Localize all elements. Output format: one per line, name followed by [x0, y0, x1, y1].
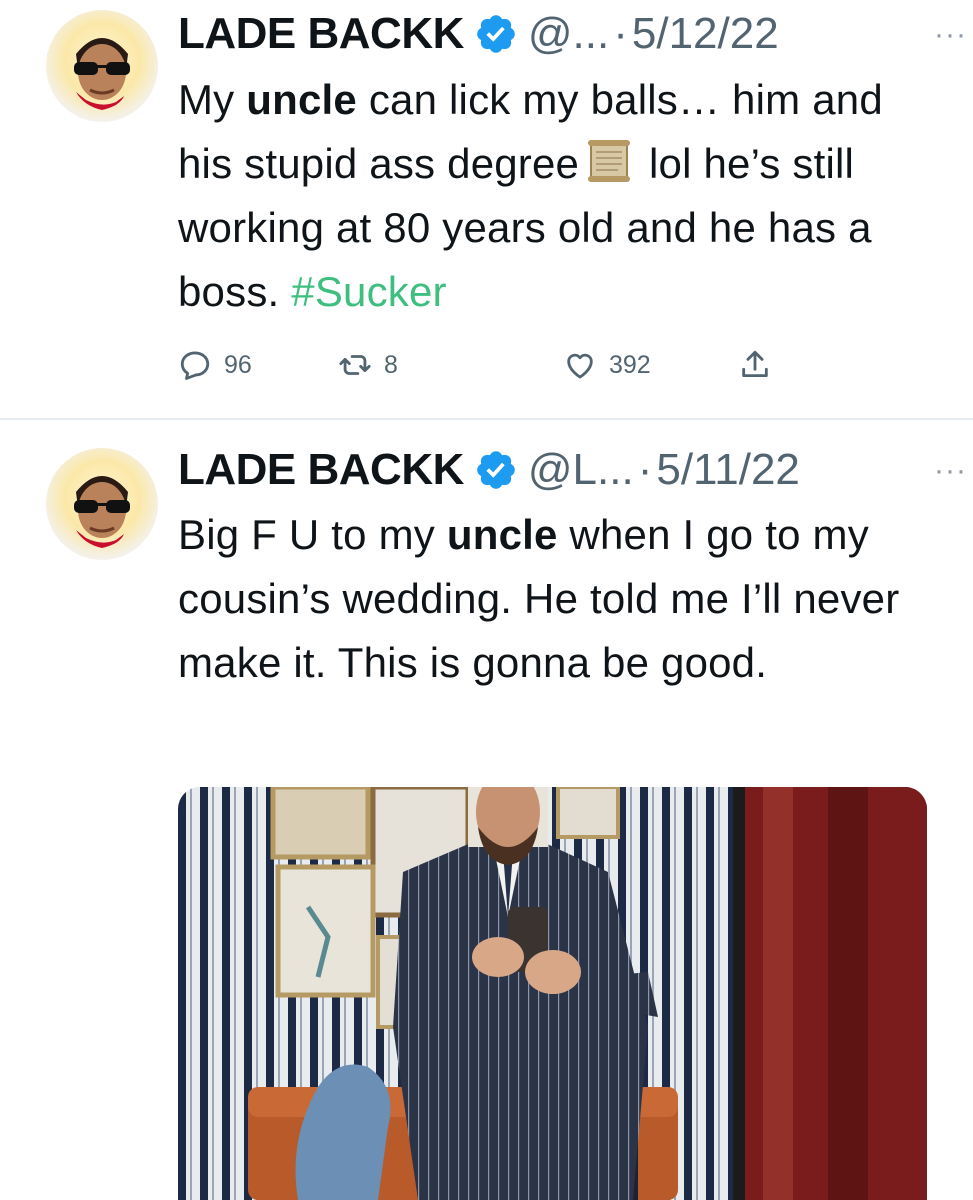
- tweet-header: LADE BACKK @... · 5/12/22: [178, 3, 933, 65]
- retweet-button[interactable]: 8: [338, 348, 398, 382]
- retweet-count: 8: [384, 350, 398, 379]
- like-button[interactable]: 392: [563, 348, 651, 382]
- more-icon[interactable]: ···: [934, 20, 967, 50]
- tweet-text: My uncle can lick my balls… him and his …: [178, 68, 938, 324]
- tweet-text-segment: My: [178, 76, 247, 123]
- tweet-photo[interactable]: [178, 787, 927, 1200]
- like-count: 392: [609, 350, 651, 379]
- tweet-feed: LADE BACKK @... · 5/12/22 ··· My uncle c…: [0, 0, 973, 1200]
- reply-icon: [180, 351, 210, 380]
- fitting-room-photo: [178, 787, 927, 1200]
- author-avatar[interactable]: [46, 448, 158, 560]
- tweet-actions: 96 8 392: [178, 348, 798, 388]
- tweet-date[interactable]: 5/11/22: [656, 445, 800, 495]
- reply-button[interactable]: 96: [178, 348, 252, 382]
- author-name[interactable]: LADE BACKK: [178, 9, 464, 59]
- tweet-text-segment: Big F U to my: [178, 511, 447, 558]
- more-icon[interactable]: ···: [934, 456, 967, 486]
- share-button[interactable]: [738, 348, 772, 382]
- separator-dot: ·: [637, 445, 653, 494]
- retweet-icon: [339, 355, 371, 375]
- share-icon: [742, 350, 768, 378]
- tweet-text: Big F U to my uncle when I go to my cous…: [178, 503, 938, 695]
- tweet-text-highlight: uncle: [246, 76, 357, 123]
- tweet-text-highlight: uncle: [446, 511, 558, 558]
- author-handle[interactable]: @...: [528, 9, 609, 59]
- scroll-icon: [588, 140, 631, 182]
- verified-badge-icon: [477, 15, 515, 53]
- hashtag-link[interactable]: #Sucker: [291, 268, 446, 315]
- author-name[interactable]: LADE BACKK: [178, 445, 464, 495]
- tweet-1[interactable]: LADE BACKK @... · 5/12/22 ··· My uncle c…: [0, 0, 973, 420]
- tweet-header: LADE BACKK @L... · 5/11/22: [178, 439, 933, 501]
- like-icon: [567, 353, 593, 379]
- tweet-date[interactable]: 5/12/22: [632, 9, 779, 59]
- verified-badge-icon: [477, 451, 515, 489]
- separator-dot: ·: [613, 9, 628, 58]
- tweet-2[interactable]: LADE BACKK @L... · 5/11/22 ··· Big F U t…: [0, 420, 973, 1200]
- author-avatar[interactable]: [46, 10, 158, 122]
- reply-count: 96: [224, 350, 252, 379]
- author-handle[interactable]: @L...: [528, 445, 634, 495]
